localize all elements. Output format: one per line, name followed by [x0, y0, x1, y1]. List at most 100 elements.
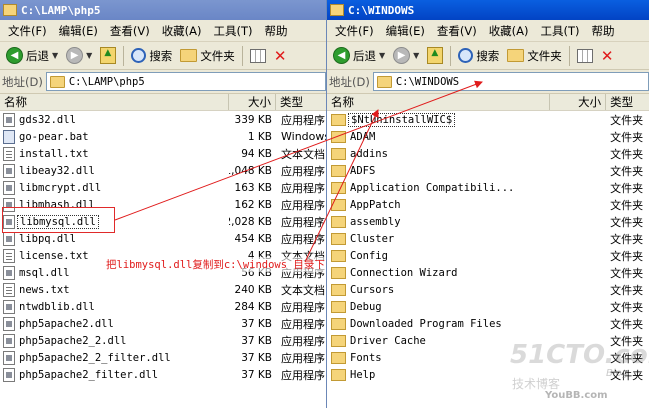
menu-edit[interactable]: 编辑(E): [53, 23, 104, 39]
file-dll-icon: [3, 316, 15, 331]
title-bar[interactable]: C:\LAMP\php5: [0, 0, 326, 20]
menu-help[interactable]: 帮助: [586, 23, 621, 39]
file-row[interactable]: news.txt 240 KB 文本文档: [0, 281, 326, 298]
folder-row[interactable]: Connection Wizard 文件夹: [327, 264, 649, 281]
file-row[interactable]: php5apache2_2_filter.dll 37 KB 应用程序: [0, 349, 326, 366]
folder-row[interactable]: Debug 文件夹: [327, 298, 649, 315]
address-input[interactable]: C:\WINDOWS: [372, 72, 649, 91]
file-row[interactable]: php5apache2_2.dll 37 KB 应用程序: [0, 332, 326, 349]
back-button[interactable]: ◀ 后退 ▼: [3, 44, 61, 68]
file-row[interactable]: ntwdblib.dll 284 KB 应用程序: [0, 298, 326, 315]
search-button[interactable]: 搜索: [128, 44, 175, 68]
menu-file[interactable]: 文件(F): [329, 23, 380, 39]
file-row[interactable]: php5apache2_filter.dll 37 KB 应用程序: [0, 366, 326, 383]
toolbar-separator: [568, 45, 570, 66]
column-size[interactable]: 大小: [550, 94, 607, 110]
file-name: php5apache2.dll: [19, 317, 114, 330]
file-name: license.txt: [19, 249, 89, 262]
folder-name-cell: Debug: [327, 300, 550, 313]
menu-tools[interactable]: 工具(T): [208, 23, 259, 39]
file-name: news.txt: [19, 283, 70, 296]
file-type: 应用程序: [281, 351, 325, 365]
folder-icon: [331, 164, 346, 177]
folder-row[interactable]: Config 文件夹: [327, 247, 649, 264]
column-name[interactable]: 名称: [0, 94, 229, 110]
menu-favorites[interactable]: 收藏(A): [156, 23, 208, 39]
folder-row[interactable]: addins 文件夹: [327, 145, 649, 162]
file-row[interactable]: libeay32.dll 1,048 KB 应用程序: [0, 162, 326, 179]
file-row[interactable]: php5apache2.dll 37 KB 应用程序: [0, 315, 326, 332]
folder-row[interactable]: assembly 文件夹: [327, 213, 649, 230]
folder-row[interactable]: Fonts 文件夹: [327, 349, 649, 366]
file-dll-icon: [3, 333, 15, 348]
file-size: 94 KB: [241, 147, 272, 160]
file-dll-icon: [3, 214, 15, 229]
file-row[interactable]: install.txt 94 KB 文本文档: [0, 145, 326, 162]
folders-button[interactable]: 文件夹: [504, 44, 565, 68]
file-dll-icon: [3, 197, 15, 212]
column-type[interactable]: 类型: [606, 94, 649, 110]
folder-row[interactable]: Application Compatibili... 文件夹: [327, 179, 649, 196]
folder-row[interactable]: Help 文件夹: [327, 366, 649, 383]
file-size: 37 KB: [241, 368, 272, 381]
back-button[interactable]: ◀ 后退 ▼: [330, 44, 388, 68]
forward-button[interactable]: ▶ ▼: [390, 44, 422, 68]
address-input[interactable]: C:\LAMP\php5: [45, 72, 326, 91]
folder-row[interactable]: ADAM 文件夹: [327, 128, 649, 145]
window-title: C:\LAMP\php5: [21, 3, 101, 17]
file-row[interactable]: libmcrypt.dll 163 KB 应用程序: [0, 179, 326, 196]
chevron-down-icon[interactable]: ▼: [413, 51, 419, 60]
chevron-down-icon[interactable]: ▼: [86, 51, 92, 60]
file-size: 454 KB: [234, 232, 272, 245]
folder-row[interactable]: Downloaded Program Files 文件夹: [327, 315, 649, 332]
folder-row[interactable]: AppPatch 文件夹: [327, 196, 649, 213]
folder-type: 文件夹: [610, 368, 644, 382]
file-size: 37 KB: [241, 317, 272, 330]
folder-row[interactable]: ADFS 文件夹: [327, 162, 649, 179]
menu-view[interactable]: 查看(V): [431, 23, 483, 39]
search-icon: [458, 48, 474, 63]
forward-arrow-icon: ▶: [393, 47, 411, 64]
delete-button[interactable]: ✕: [598, 44, 617, 68]
menu-view[interactable]: 查看(V): [104, 23, 156, 39]
folder-name-cell: Driver Cache: [327, 334, 550, 347]
up-button[interactable]: [424, 44, 446, 68]
file-row[interactable]: go-pear.bat 1 KB Windows: [0, 128, 326, 145]
file-row[interactable]: libmhash.dll 162 KB 应用程序: [0, 196, 326, 213]
folders-button[interactable]: 文件夹: [177, 44, 238, 68]
up-button[interactable]: [97, 44, 119, 68]
title-bar[interactable]: C:\WINDOWS: [327, 0, 649, 20]
menu-tools[interactable]: 工具(T): [535, 23, 586, 39]
file-txt-icon: [3, 146, 15, 161]
folder-row[interactable]: $NtUninstallWIC$ 文件夹: [327, 111, 649, 128]
folder-icon: [180, 49, 198, 62]
folder-type: 文件夹: [610, 198, 644, 212]
folder-name: Driver Cache: [350, 334, 426, 347]
folder-row[interactable]: Driver Cache 文件夹: [327, 332, 649, 349]
chevron-down-icon[interactable]: ▼: [52, 51, 58, 60]
delete-button[interactable]: ✕: [271, 44, 290, 68]
menu-help[interactable]: 帮助: [259, 23, 294, 39]
menu-file[interactable]: 文件(F): [2, 23, 53, 39]
folder-name: Help: [350, 368, 376, 381]
file-row[interactable]: libmysql.dll 2,028 KB 应用程序: [0, 213, 326, 230]
menu-bar: 文件(F) 编辑(E) 查看(V) 收藏(A) 工具(T) 帮助: [0, 20, 326, 42]
file-row[interactable]: gds32.dll 339 KB 应用程序: [0, 111, 326, 128]
folder-row[interactable]: Cluster 文件夹: [327, 230, 649, 247]
views-button[interactable]: [574, 44, 596, 68]
column-name[interactable]: 名称: [327, 94, 551, 110]
search-button[interactable]: 搜索: [455, 44, 502, 68]
column-size[interactable]: 大小: [229, 94, 276, 110]
menu-edit[interactable]: 编辑(E): [380, 23, 431, 39]
folder-row[interactable]: Cursors 文件夹: [327, 281, 649, 298]
column-type[interactable]: 类型: [276, 94, 326, 110]
forward-button[interactable]: ▶ ▼: [63, 44, 95, 68]
folder-type: 文件夹: [610, 300, 644, 314]
file-dll-icon: [3, 112, 15, 127]
chevron-down-icon[interactable]: ▼: [379, 51, 385, 60]
file-name-cell: go-pear.bat: [0, 129, 229, 144]
file-row[interactable]: libpq.dll 454 KB 应用程序: [0, 230, 326, 247]
views-button[interactable]: [247, 44, 269, 68]
menu-favorites[interactable]: 收藏(A): [483, 23, 535, 39]
folder-type: 文件夹: [610, 147, 644, 161]
